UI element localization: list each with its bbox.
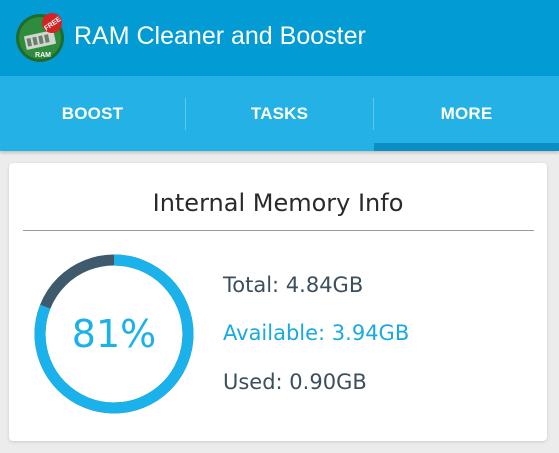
available-memory: Available: 3.94GB [223,321,410,345]
memory-info-card: Internal Memory Info 81% Total: 4.84GB A… [9,163,547,441]
card-title: Internal Memory Info [152,189,404,217]
used-memory: Used: 0.90GB [223,370,367,394]
memory-percent-label: 81% [71,312,157,356]
svg-text:RAM: RAM [35,52,51,59]
tab-boost[interactable]: BOOST [0,76,185,151]
tab-bar: BOOST TASKS MORE [0,76,559,151]
app-title: RAM Cleaner and Booster [74,22,366,50]
selected-tab-indicator [374,143,559,151]
title-bar: RAM FREE RAM Cleaner and Booster [0,0,559,76]
total-memory: Total: 4.84GB [223,273,364,297]
tab-more[interactable]: MORE [374,76,559,151]
tab-tasks[interactable]: TASKS [186,76,373,151]
ram-chip-icon[interactable]: RAM FREE [15,13,65,63]
app-window: RAM FREE RAM Cleaner and Booster BOOST T… [0,0,559,453]
card-divider [23,230,534,231]
